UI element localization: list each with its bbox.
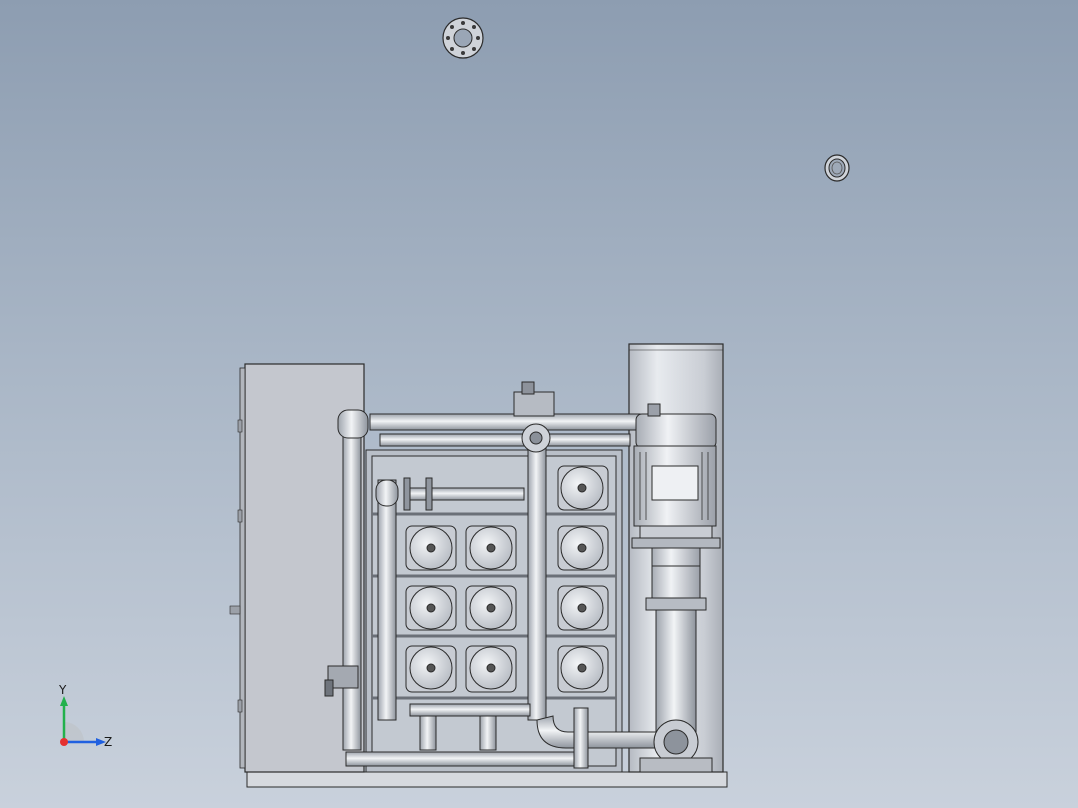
- membrane-housing[interactable]: [405, 585, 457, 631]
- membrane-housing[interactable]: [465, 525, 517, 571]
- flange-icon[interactable]: [442, 17, 484, 59]
- membrane-housing[interactable]: [405, 645, 457, 693]
- y-axis-label: Y: [58, 683, 67, 697]
- membrane-housing[interactable]: [405, 525, 457, 571]
- membrane-housing[interactable]: [465, 645, 517, 693]
- y-axis-arrow: [60, 696, 68, 706]
- membrane-housing[interactable]: [557, 465, 609, 511]
- membrane-housing[interactable]: [557, 585, 609, 631]
- membrane-housing[interactable]: [557, 645, 609, 693]
- z-axis-label: Z: [104, 735, 112, 749]
- cad-model-scene[interactable]: [0, 0, 1078, 808]
- membrane-housing[interactable]: [557, 525, 609, 571]
- axis-triad-icon: Y Z: [58, 683, 112, 749]
- base-plate[interactable]: [246, 771, 728, 788]
- x-axis-dot: [60, 738, 68, 746]
- membrane-housing[interactable]: [465, 585, 517, 631]
- cad-viewport[interactable]: Y Z: [0, 0, 1078, 808]
- ring-icon[interactable]: [824, 154, 850, 182]
